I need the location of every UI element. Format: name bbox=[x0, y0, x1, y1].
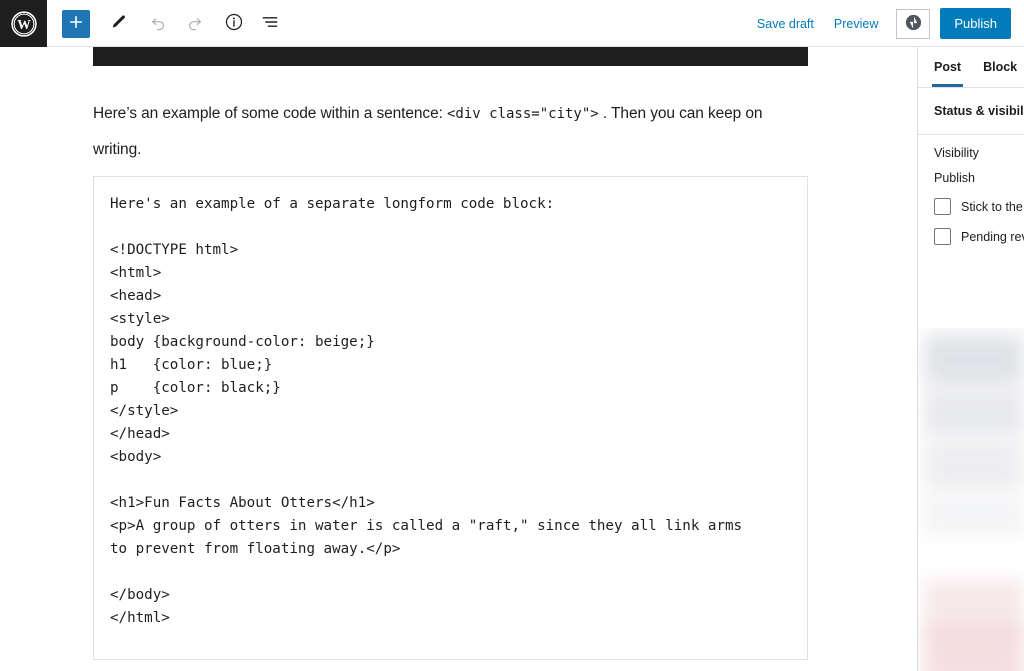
blur-band bbox=[924, 334, 1024, 386]
sticky-post-row[interactable]: Stick to the bbox=[918, 185, 1024, 215]
inline-code-snippet: <div class="city"> bbox=[447, 106, 599, 122]
list-view-button[interactable] bbox=[254, 8, 286, 40]
editor-toolbar: W Save draft Preview Publish bbox=[0, 0, 1024, 47]
code-block-content: Here's an example of a separate longform… bbox=[110, 196, 743, 626]
editor-canvas: Here’s an example of some code within a … bbox=[0, 47, 917, 671]
toolbar-left-group bbox=[62, 0, 286, 47]
sidebar-blurred-content bbox=[918, 328, 1024, 671]
undo-icon bbox=[149, 13, 168, 35]
blur-band bbox=[924, 390, 1024, 436]
toolbar-right-group: Save draft Preview Publish bbox=[747, 0, 1011, 47]
add-block-button[interactable] bbox=[62, 9, 90, 38]
paragraph-text-before: Here’s an example of some code within a … bbox=[93, 105, 447, 122]
visibility-label: Visibility bbox=[934, 146, 979, 160]
tab-post[interactable]: Post bbox=[931, 47, 964, 87]
preview-button[interactable]: Preview bbox=[824, 11, 888, 37]
svg-text:W: W bbox=[17, 16, 31, 31]
publish-row[interactable]: Publish bbox=[918, 160, 1024, 185]
info-icon bbox=[224, 12, 244, 35]
jetpack-bolt-icon bbox=[904, 13, 923, 35]
tab-block[interactable]: Block bbox=[983, 47, 1017, 87]
undo-button[interactable] bbox=[142, 8, 174, 40]
sticky-post-checkbox[interactable] bbox=[934, 198, 951, 215]
visibility-row[interactable]: Visibility bbox=[918, 135, 1024, 160]
publish-button[interactable]: Publish bbox=[940, 8, 1011, 39]
pending-review-row[interactable]: Pending revi bbox=[918, 215, 1024, 245]
plus-icon bbox=[67, 13, 85, 34]
redo-button[interactable] bbox=[178, 8, 210, 40]
save-draft-button[interactable]: Save draft bbox=[747, 11, 824, 37]
details-button[interactable] bbox=[218, 8, 250, 40]
sticky-post-label: Stick to the bbox=[961, 199, 1023, 214]
publish-label: Publish bbox=[934, 171, 975, 185]
wordpress-logo-button[interactable]: W bbox=[0, 0, 47, 47]
pending-review-checkbox[interactable] bbox=[934, 228, 951, 245]
code-block[interactable]: Here's an example of a separate longform… bbox=[93, 176, 808, 660]
pending-review-label: Pending revi bbox=[961, 229, 1024, 244]
wordpress-logo-icon: W bbox=[10, 10, 37, 37]
sidebar-tabs: Post Block bbox=[918, 47, 1024, 88]
blur-band bbox=[924, 440, 1024, 490]
wordpress-block-editor: W Save draft Preview Publish Here’s an e… bbox=[0, 0, 1024, 671]
settings-sidebar: Post Block Status & visibility Visibilit… bbox=[917, 47, 1024, 671]
list-view-icon bbox=[260, 12, 280, 35]
jetpack-button[interactable] bbox=[896, 8, 931, 39]
redo-icon bbox=[185, 13, 204, 35]
pencil-icon bbox=[109, 13, 128, 35]
blur-band bbox=[924, 496, 1024, 536]
status-visibility-panel[interactable]: Status & visibility bbox=[918, 88, 1024, 135]
status-visibility-heading: Status & visibility bbox=[934, 104, 1024, 118]
partial-block-above[interactable] bbox=[93, 47, 808, 66]
blur-band bbox=[924, 628, 1024, 671]
paragraph-block[interactable]: Here’s an example of some code within a … bbox=[93, 96, 808, 167]
edit-tool-button[interactable] bbox=[102, 8, 134, 40]
